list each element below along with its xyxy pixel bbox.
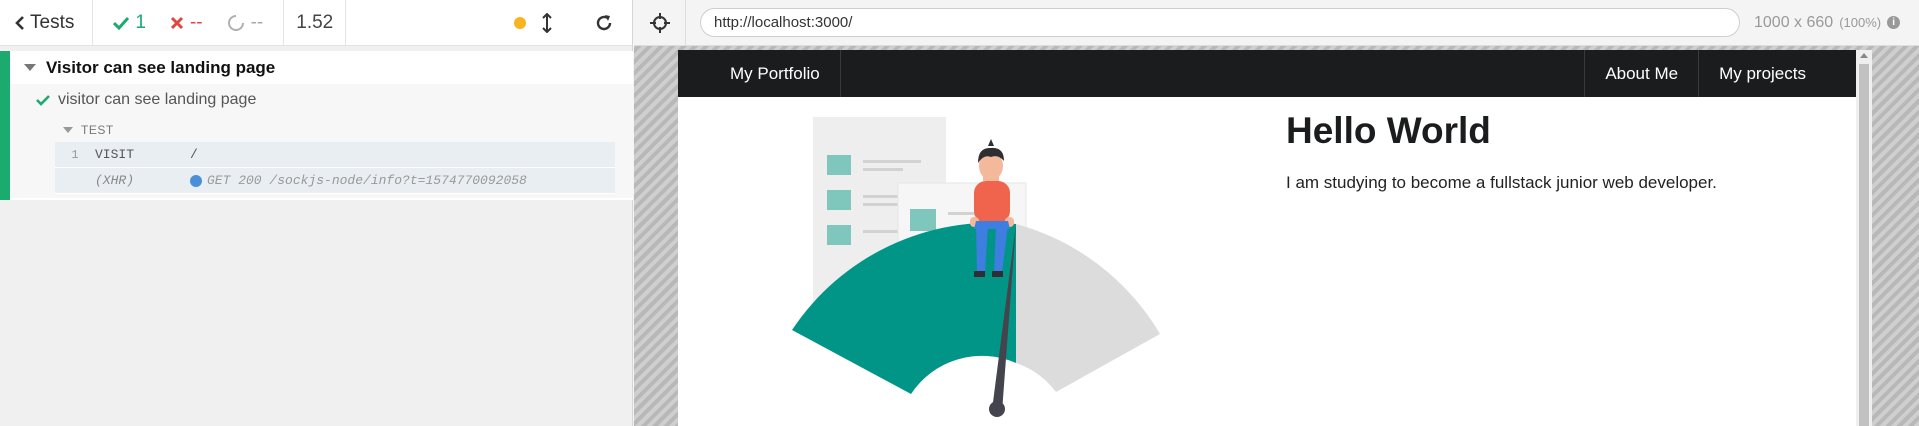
viewport-scale: (100%) [1839, 15, 1882, 30]
crosshairs-icon [649, 12, 670, 33]
command-log: TEST 1 VISIT / (XHR) GET 200 /sockjs-nod… [10, 116, 633, 198]
suite-panel: Visitor can see landing page visitor can… [0, 51, 633, 200]
command-name: (XHR) [95, 173, 135, 188]
circle-notch-icon [227, 14, 244, 31]
test-section-label: TEST [81, 123, 114, 137]
info-circle-icon[interactable]: i [1887, 16, 1901, 29]
viewport-size: 1000 x 660 [1754, 13, 1834, 31]
command-number: 1 [71, 147, 79, 162]
test-reporter: Tests 1 -- -- 1.52 Visitor can see landi… [0, 0, 633, 426]
failed-count: -- [189, 11, 203, 33]
suite-title: Visitor can see landing page [46, 57, 276, 77]
command-row-xhr[interactable]: (XHR) GET 200 /sockjs-node/info?t=157477… [55, 168, 615, 194]
failed-stat: -- [170, 12, 203, 34]
scroll-up-icon[interactable] [1860, 53, 1868, 58]
tests-button-label: Tests [30, 11, 75, 33]
redo-icon[interactable] [594, 13, 614, 33]
pending-count: -- [250, 11, 264, 33]
running-dot-icon [514, 16, 526, 29]
test-row[interactable]: visitor can see landing page [10, 84, 633, 116]
command-name: VISIT [95, 147, 135, 162]
chevron-left-icon [15, 15, 24, 30]
check-icon [36, 95, 50, 106]
nav-my-projects[interactable]: My projects [1698, 50, 1826, 97]
test-section-header[interactable]: TEST [55, 118, 615, 142]
x-icon [170, 16, 183, 29]
duration: 1.52 [284, 0, 347, 45]
scrollbar-thumb[interactable] [1859, 64, 1869, 426]
passed-count: 1 [135, 11, 146, 33]
suite-header[interactable]: Visitor can see landing page [10, 51, 633, 84]
caret-down-icon [24, 64, 36, 71]
command-message: GET 200 /sockjs-node/info?t=157477009205… [207, 173, 527, 188]
pending-stat: -- [227, 11, 264, 34]
nav-about-me[interactable]: About Me [1584, 50, 1698, 97]
command-message: / [190, 147, 198, 162]
command-row[interactable]: 1 VISIT / [55, 142, 615, 168]
caret-down-icon [63, 127, 73, 133]
test-title: visitor can see landing page [58, 91, 257, 108]
tests-button[interactable]: Tests [0, 0, 94, 45]
check-icon [113, 16, 130, 30]
app-iframe: My Portfolio About Me My projects Hello … [678, 50, 1856, 426]
site-navbar: My Portfolio About Me My projects [678, 50, 1856, 97]
selector-playground-button[interactable] [634, 0, 686, 46]
url-input[interactable] [700, 8, 1740, 37]
test-stats: 1 -- -- [93, 0, 285, 45]
viewport-info: 1000 x 660 (100%) i [1754, 13, 1901, 32]
iframe-scrollbar[interactable] [1856, 50, 1872, 426]
gauge-grey [1016, 224, 1160, 392]
hero-title: Hello World [1286, 110, 1491, 151]
nav-brand[interactable]: My Portfolio [710, 50, 841, 97]
arrows-vertical-icon[interactable] [542, 12, 552, 33]
passed-stat: 1 [113, 12, 146, 34]
reporter-toolbar: Tests 1 -- -- 1.52 [0, 0, 632, 46]
url-bar: 1000 x 660 (100%) i [634, 0, 1919, 46]
hero-text: I am studying to become a fullstack juni… [1286, 173, 1717, 192]
run-controls [496, 0, 632, 45]
xhr-status-dot-icon [190, 174, 202, 187]
app-under-test: 1000 x 660 (100%) i My Portfolio About M… [634, 0, 1919, 426]
hero-illustration [792, 117, 1160, 417]
